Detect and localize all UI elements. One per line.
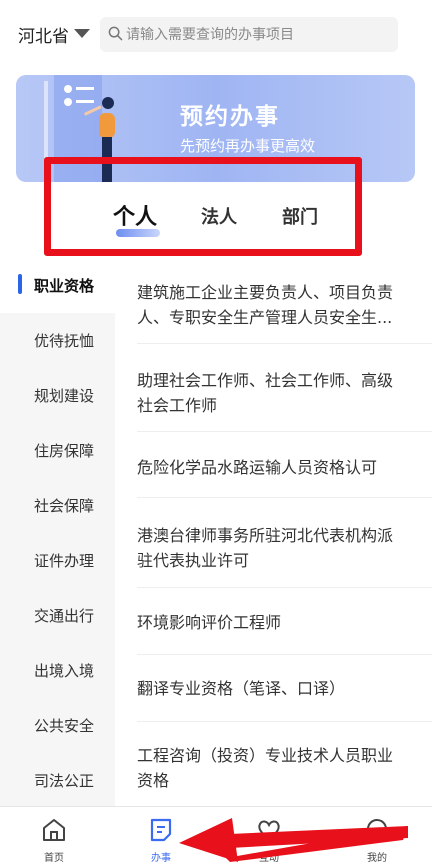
tab-legal-person[interactable]: 法人 [201, 203, 237, 229]
category-item[interactable]: 交通出行 [0, 588, 115, 643]
top-bar: 河北省 [0, 0, 432, 68]
tab-personal[interactable]: 个人 [113, 199, 157, 231]
category-label: 交通出行 [34, 607, 95, 625]
list-item[interactable]: 翻译专业资格（笔译、口译） [137, 676, 419, 701]
nav-profile[interactable]: 我的 [342, 807, 412, 866]
item-title: 翻译专业资格（笔译、口译） [137, 679, 346, 698]
category-sidebar: 职业资格 优待抚恤 规划建设 住房保障 社会保障 证件办理 交通出行 出境入境 … [0, 258, 115, 806]
list-item[interactable]: 环境影响评价工程师 [137, 610, 419, 635]
divider [137, 431, 432, 432]
list-item[interactable]: 工程咨询（投资）专业技术人员职业 资格 [137, 743, 419, 793]
nav-interact[interactable]: 互动 [234, 807, 304, 866]
category-label: 规划建设 [34, 387, 95, 405]
bottom-nav: 首页 办事 互动 我的 [0, 806, 432, 865]
banner-illustration [44, 75, 115, 182]
category-label: 出境入境 [34, 662, 95, 680]
heart-icon [258, 820, 280, 841]
banner-subtitle: 先预约再办事更高效 [180, 137, 316, 155]
item-title-cont: 人、专职安全生产管理人员安全生... [137, 308, 393, 327]
category-label: 公共安全 [34, 717, 95, 735]
list-item[interactable]: 助理社会工作师、社会工作师、高级 社会工作师 [137, 368, 419, 418]
appointment-banner[interactable]: 预约办事 先预约再办事更高效 [16, 75, 415, 182]
service-list: 建筑施工企业主要负责人、项目负责 人、专职安全生产管理人员安全生... 助理社会… [115, 258, 432, 806]
category-label: 优待抚恤 [34, 332, 95, 350]
divider [137, 654, 432, 655]
item-title: 建筑施工企业主要负责人、项目负责 [137, 283, 394, 302]
category-item[interactable]: 规划建设 [0, 368, 115, 423]
category-label: 司法公正 [34, 772, 95, 790]
category-label: 职业资格 [34, 277, 95, 295]
banner-title: 预约办事 [180, 104, 280, 130]
divider [137, 497, 432, 498]
nav-services-label: 办事 [151, 853, 171, 864]
item-title-cont: 资格 [137, 771, 170, 790]
nav-interact-label: 互动 [259, 853, 279, 864]
category-item[interactable]: 优待抚恤 [0, 313, 115, 368]
region-selector[interactable]: 河北省 [18, 22, 69, 47]
category-item[interactable]: 司法公正 [0, 753, 115, 808]
divider [137, 721, 432, 722]
active-marker [18, 274, 22, 294]
nav-services[interactable]: 办事 [126, 807, 196, 866]
divider [137, 587, 432, 588]
category-item[interactable]: 住房保障 [0, 423, 115, 478]
search-box[interactable] [100, 17, 398, 52]
list-item[interactable]: 港澳台律师事务所驻河北代表机构派 驻代表执业许可 [137, 523, 419, 573]
nav-home[interactable]: 首页 [19, 807, 89, 866]
category-item[interactable]: 社会保障 [0, 478, 115, 533]
nav-home-label: 首页 [44, 853, 64, 864]
search-input[interactable] [126, 17, 392, 52]
category-label: 证件办理 [34, 552, 95, 570]
tab-department[interactable]: 部门 [282, 203, 318, 229]
item-title: 助理社会工作师、社会工作师、高级 [137, 371, 394, 390]
divider [137, 343, 432, 344]
item-title: 环境影响评价工程师 [137, 613, 282, 632]
item-title: 工程咨询（投资）专业技术人员职业 [137, 746, 394, 765]
nav-profile-label: 我的 [367, 853, 387, 864]
category-item[interactable]: 证件办理 [0, 533, 115, 588]
item-title-cont: 社会工作师 [137, 396, 218, 415]
list-item[interactable]: 危险化学品水路运输人员资格认可 [137, 455, 419, 480]
tab-active-indicator [116, 229, 160, 237]
search-icon [108, 26, 123, 41]
category-label: 社会保障 [34, 497, 95, 515]
item-title: 危险化学品水路运输人员资格认可 [137, 458, 378, 477]
document-icon [150, 818, 172, 842]
caret-down-icon[interactable] [74, 29, 90, 38]
home-icon [43, 819, 65, 841]
user-icon [367, 819, 387, 839]
item-title: 港澳台律师事务所驻河北代表机构派 [137, 526, 394, 545]
category-item[interactable]: 公共安全 [0, 698, 115, 753]
list-item[interactable]: 建筑施工企业主要负责人、项目负责 人、专职安全生产管理人员安全生... [137, 280, 419, 330]
category-item[interactable]: 职业资格 [0, 258, 115, 313]
category-item[interactable]: 出境入境 [0, 643, 115, 698]
category-label: 住房保障 [34, 442, 95, 460]
item-title-cont: 驻代表执业许可 [137, 551, 250, 570]
